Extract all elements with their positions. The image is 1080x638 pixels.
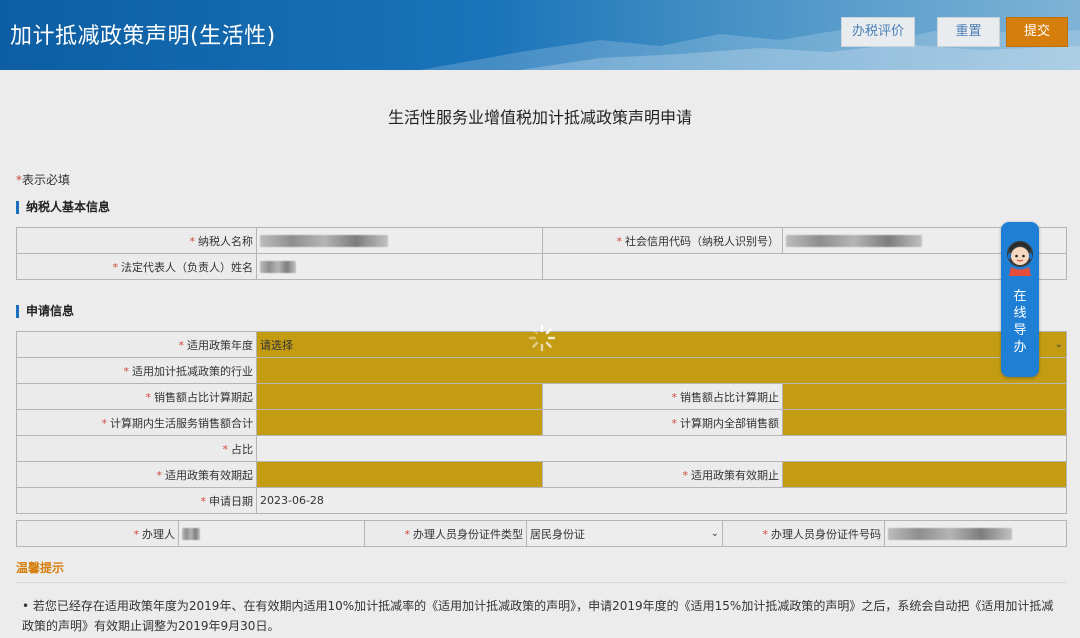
tips-title: 温馨提示 (16, 561, 65, 575)
chevron-down-icon: ⌄ (710, 528, 719, 539)
required-note-text: 表示必填 (22, 173, 71, 187)
required-note: *表示必填 (16, 171, 70, 188)
industry-field[interactable] (255, 357, 1068, 384)
online-guide-widget[interactable]: 在线导办 (1001, 222, 1039, 377)
table-row: * 申请日期 2023-06-28 (16, 487, 1068, 514)
service-sales-field[interactable] (256, 409, 543, 436)
tip-item: • 若您已经存在适用政策年度为2019年、在有效期内适用10%加计抵减率的《适用… (22, 599, 1054, 633)
service-sales-label: * 计算期内生活服务销售额合计 (16, 409, 257, 436)
header-bar: 加计抵减政策声明(生活性) 办税评价 重置 提交 (0, 0, 1080, 70)
main-content: 生活性服务业增值税加计抵减政策声明申请 *表示必填 纳税人基本信息 * 纳税人名称… (0, 70, 1080, 638)
reset-button[interactable]: 重置 (937, 17, 1000, 47)
sales-end-label: * 销售额占比计算期止 (542, 383, 783, 410)
valid-end-field[interactable] (781, 461, 1068, 488)
sales-start-field[interactable] (256, 383, 543, 410)
ratio-value (255, 435, 1068, 462)
policy-year-label: * 适用政策年度 (16, 331, 257, 358)
handler-label: * 办理人 (16, 520, 179, 547)
sales-end-field[interactable] (781, 383, 1068, 410)
table-row: * 计算期内生活服务销售额合计 * 计算期内全部销售额 (16, 409, 1068, 436)
id-no-label: * 办理人员身份证件号码 (722, 520, 885, 547)
valid-end-label: * 适用政策有效期止 (542, 461, 783, 488)
assistant-avatar-icon (1007, 241, 1033, 276)
id-type-select[interactable]: 居民身份证 ⌄ (526, 520, 723, 547)
taxpayer-name-label: * 纳税人名称 (16, 227, 257, 254)
taxpayer-name-value (256, 227, 543, 254)
legal-rep-label: * 法定代表人（负责人）姓名 (16, 253, 257, 280)
app-title: 加计抵减政策声明(生活性) (10, 24, 276, 49)
tax-evaluation-button[interactable]: 办税评价 (841, 17, 915, 47)
apply-info-table: * 适用政策年度 请选择 ⌄ * 适用加计抵减政策的行业 * 销售额占比计算期起 * 销售… (16, 331, 1068, 514)
legal-rep-value (256, 253, 543, 280)
section-apply-title: 申请信息 (16, 305, 74, 318)
sales-start-label: * 销售额占比计算期起 (16, 383, 257, 410)
table-row: * 适用政策有效期起 * 适用政策有效期止 (16, 461, 1068, 488)
handler-field[interactable] (178, 520, 365, 547)
industry-label: * 适用加计抵减政策的行业 (16, 357, 257, 384)
table-row: * 办理人 * 办理人员身份证件类型 居民身份证 ⌄ * 办理人员身份证件号码 (16, 520, 1067, 547)
handler-table: * 办理人 * 办理人员身份证件类型 居民身份证 ⌄ * 办理人员身份证件号码 (16, 520, 1067, 547)
section-basic-title: 纳税人基本信息 (16, 201, 110, 214)
table-row: * 销售额占比计算期起 * 销售额占比计算期止 (16, 383, 1068, 410)
total-sales-field[interactable] (781, 409, 1068, 436)
id-no-field[interactable] (884, 520, 1067, 547)
empty-cell (542, 253, 1067, 280)
policy-year-select[interactable]: 请选择 ⌄ (255, 331, 1068, 358)
valid-start-field[interactable] (256, 461, 543, 488)
apply-date-value: 2023-06-28 (255, 487, 1068, 514)
chevron-down-icon: ⌄ (1054, 339, 1064, 350)
basic-info-table: * 纳税人名称 * 社会信用代码（纳税人识别号） * 法定代表人（负责人）姓名 (16, 227, 1067, 280)
loading-spinner-icon (528, 324, 556, 352)
table-row: * 适用加计抵减政策的行业 (16, 357, 1068, 384)
credit-code-label: * 社会信用代码（纳税人识别号） (542, 227, 783, 254)
page-heading: 生活性服务业增值税加计抵减政策声明申请 (387, 108, 692, 127)
id-type-label: * 办理人员身份证件类型 (364, 520, 527, 547)
table-row: * 纳税人名称 * 社会信用代码（纳税人识别号） (16, 227, 1067, 254)
table-row: * 法定代表人（负责人）姓名 (16, 253, 1067, 280)
tips-divider (16, 582, 1066, 583)
valid-start-label: * 适用政策有效期起 (16, 461, 257, 488)
apply-date-label: * 申请日期 (16, 487, 257, 514)
ratio-label: * 占比 (16, 435, 257, 462)
table-row: * 占比 (16, 435, 1068, 462)
online-guide-text: 在线导办 (1013, 289, 1027, 355)
submit-button[interactable]: 提交 (1006, 17, 1068, 47)
total-sales-label: * 计算期内全部销售额 (542, 409, 783, 436)
